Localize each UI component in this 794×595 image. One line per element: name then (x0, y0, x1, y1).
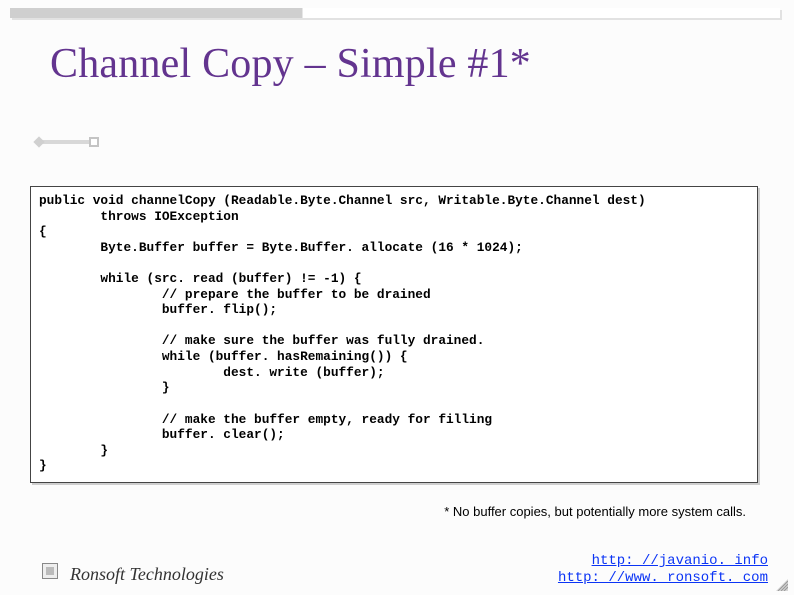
footer-links: http: //javanio. info http: //www. ronso… (558, 553, 768, 587)
top-decor-bar (10, 8, 780, 18)
page-corner-icon (776, 579, 788, 591)
footnote-text: * No buffer copies, but potentially more… (444, 504, 746, 519)
slide-title: Channel Copy – Simple #1* (50, 40, 531, 88)
footer-link-ronsoft[interactable]: http: //www. ronsoft. com (558, 570, 768, 586)
footer-link-javanio[interactable]: http: //javanio. info (592, 553, 768, 569)
footer-company: Ronsoft Technologies (70, 564, 224, 585)
code-box: public void channelCopy (Readable.Byte.C… (30, 186, 758, 483)
footer-bullet-icon (42, 563, 58, 579)
code-content: public void channelCopy (Readable.Byte.C… (39, 193, 749, 474)
title-underline-decor (40, 140, 95, 144)
slide: Channel Copy – Simple #1* public void ch… (0, 0, 794, 595)
